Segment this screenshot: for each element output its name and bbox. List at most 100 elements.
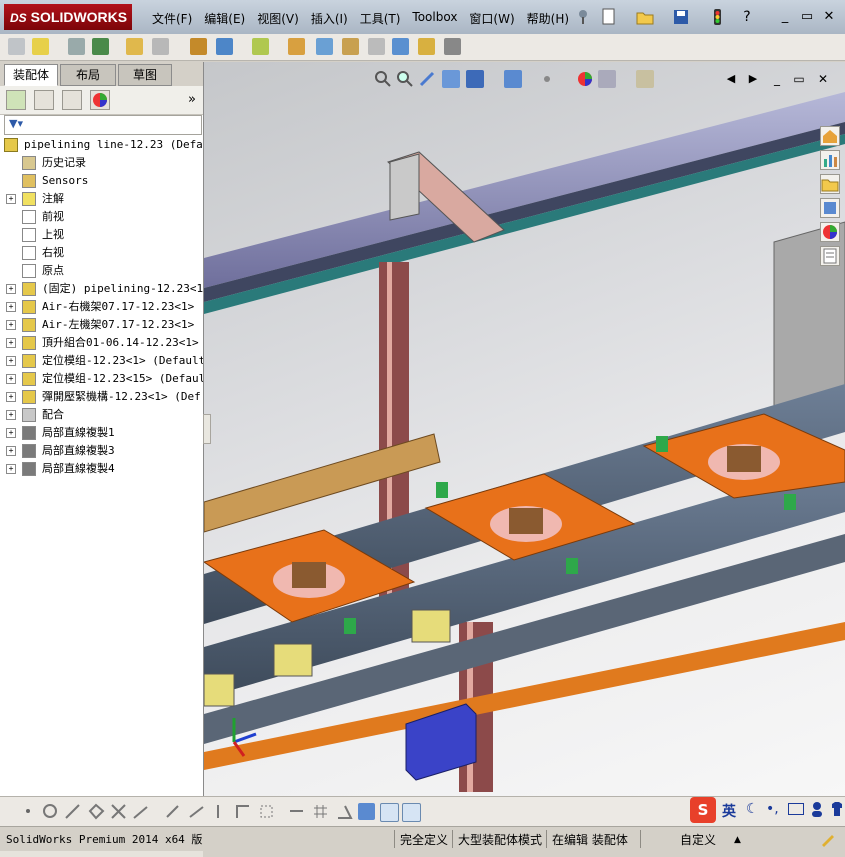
- solidworks-resources-icon[interactable]: [820, 126, 840, 146]
- menu-toolbox[interactable]: Toolbox: [406, 8, 463, 28]
- smart-dimension-icon[interactable]: [164, 803, 181, 820]
- tree-expand-icon[interactable]: +: [6, 302, 16, 312]
- tree-item[interactable]: 右视: [0, 244, 203, 262]
- open-folder-icon[interactable]: [636, 8, 654, 26]
- menu-help[interactable]: 帮助(H): [521, 8, 575, 28]
- move-component-icon[interactable]: [190, 38, 207, 55]
- tree-expand-icon[interactable]: +: [6, 392, 16, 402]
- tree-item[interactable]: 前视: [0, 208, 203, 226]
- tab-assembly[interactable]: 装配体: [4, 64, 58, 86]
- ime-moon-icon[interactable]: ☾: [746, 801, 759, 817]
- panel-splitter-handle[interactable]: [203, 414, 211, 444]
- shaded-display-icon[interactable]: [358, 803, 375, 820]
- tree-expand-icon[interactable]: +: [6, 338, 16, 348]
- feature-manager-icon[interactable]: [6, 90, 26, 110]
- ime-user-icon[interactable]: [810, 801, 824, 817]
- tree-expand-icon[interactable]: +: [6, 428, 16, 438]
- tree-item[interactable]: + 定位模组-12.23<15> (Defaul: [0, 370, 203, 388]
- tree-item[interactable]: 上视: [0, 226, 203, 244]
- tree-item[interactable]: + 注解: [0, 190, 203, 208]
- tree-item[interactable]: + Air-左機架07.17-12.23<1> (: [0, 316, 203, 334]
- attach-icon[interactable]: [68, 38, 85, 55]
- tree-item[interactable]: + (固定) pipelining-12.23<1>: [0, 280, 203, 298]
- bill-of-materials-icon[interactable]: [342, 38, 359, 55]
- solidworks-logo[interactable]: DS SOLIDWORKS: [4, 4, 132, 30]
- tab-sketch[interactable]: 草图: [118, 64, 172, 86]
- graphics-viewport[interactable]: ◀ ▶ _ ▭ ✕: [204, 62, 845, 796]
- rebuild-traffic-light-icon[interactable]: [708, 8, 726, 26]
- display-manager-icon[interactable]: [90, 90, 110, 110]
- circle-sketch-icon[interactable]: [42, 803, 59, 820]
- viewport-next-icon[interactable]: ▶: [744, 70, 762, 88]
- ime-shirt-icon[interactable]: [830, 801, 844, 817]
- menu-insert[interactable]: 插入(I): [305, 8, 354, 28]
- menu-file[interactable]: 文件(F): [146, 8, 198, 28]
- smart-fasteners-icon[interactable]: [152, 38, 169, 55]
- snapshot-icon[interactable]: [444, 38, 461, 55]
- tree-expand-icon[interactable]: +: [6, 284, 16, 294]
- rebuild-status-icon[interactable]: [818, 830, 836, 848]
- line-sketch-icon[interactable]: [64, 803, 81, 820]
- mirror-icon[interactable]: [210, 803, 227, 820]
- ime-sogou-logo-icon[interactable]: S: [690, 797, 716, 823]
- display-style-icon[interactable]: [504, 70, 522, 88]
- custom-properties-icon[interactable]: [820, 246, 840, 266]
- viewport-close-icon[interactable]: ✕: [814, 70, 832, 88]
- tree-root[interactable]: pipelining line-12.23 (Defaul: [0, 136, 203, 154]
- tree-item[interactable]: + 頂升組合01-06.14-12.23<1>: [0, 334, 203, 352]
- units-selector[interactable]: 自定义: [680, 831, 716, 849]
- view-orientation-icon[interactable]: [466, 70, 484, 88]
- tree-item[interactable]: + 局部直線複製3: [0, 442, 203, 460]
- minimize-icon[interactable]: _: [776, 8, 794, 26]
- display-pane-icon[interactable]: [380, 803, 399, 822]
- edit-appearance-icon[interactable]: [576, 70, 594, 88]
- insert-component-icon[interactable]: [8, 38, 25, 55]
- zoom-to-fit-icon[interactable]: [374, 70, 392, 88]
- appearances-scenes-icon[interactable]: [820, 222, 840, 242]
- menu-edit[interactable]: 编辑(E): [198, 8, 251, 28]
- show-hidden-icon[interactable]: [216, 38, 233, 55]
- relations-icon[interactable]: [188, 803, 205, 820]
- save-icon[interactable]: [672, 8, 690, 26]
- dimension-line-icon[interactable]: [288, 803, 305, 820]
- viewport-restore-icon[interactable]: ▭: [790, 70, 808, 88]
- tree-item[interactable]: 原点: [0, 262, 203, 280]
- tree-item[interactable]: + 定位模组-12.23<1> (Default: [0, 352, 203, 370]
- viewport-minimize-icon[interactable]: _: [768, 70, 786, 88]
- angle-icon[interactable]: [336, 803, 353, 820]
- help-icon[interactable]: ?: [738, 8, 756, 26]
- restore-icon[interactable]: ▭: [798, 8, 816, 26]
- reference-geometry-icon[interactable]: [288, 38, 305, 55]
- viewport-prev-icon[interactable]: ◀: [722, 70, 740, 88]
- hide-show-items-icon[interactable]: [538, 70, 556, 88]
- point-icon[interactable]: [20, 803, 37, 820]
- tree-expand-icon[interactable]: +: [6, 374, 16, 384]
- trim-icon[interactable]: [110, 803, 127, 820]
- pin-icon[interactable]: [574, 8, 592, 26]
- configuration-manager-icon[interactable]: [62, 90, 82, 110]
- tree-expand-icon[interactable]: +: [6, 356, 16, 366]
- ime-language-label[interactable]: 英: [722, 801, 736, 821]
- instant3d-icon[interactable]: [392, 38, 409, 55]
- tree-item[interactable]: 历史记录: [0, 154, 203, 172]
- corner-icon[interactable]: [234, 803, 251, 820]
- extend-icon[interactable]: [132, 803, 149, 820]
- tree-expand-icon[interactable]: +: [6, 410, 16, 420]
- tree-filter[interactable]: ▼▾: [4, 115, 202, 135]
- close-icon[interactable]: ✕: [820, 8, 838, 26]
- zoom-to-area-icon[interactable]: [396, 70, 414, 88]
- rectangle-sketch-icon[interactable]: [258, 803, 275, 820]
- tree-item[interactable]: + 局部直線複製1: [0, 424, 203, 442]
- property-manager-icon[interactable]: [34, 90, 54, 110]
- tree-item[interactable]: Sensors: [0, 172, 203, 190]
- interference-check-icon[interactable]: [418, 38, 435, 55]
- grid-icon[interactable]: [312, 803, 329, 820]
- tree-expand-icon[interactable]: +: [6, 464, 16, 474]
- expand-panel-icon[interactable]: »: [182, 90, 202, 110]
- previous-view-icon[interactable]: [418, 70, 436, 88]
- menu-tools[interactable]: 工具(T): [354, 8, 407, 28]
- tab-layout[interactable]: 布局: [60, 64, 116, 86]
- design-library-icon[interactable]: [820, 150, 840, 170]
- units-dropdown-arrow-icon[interactable]: ▲: [734, 831, 741, 849]
- ime-punctuation-icon[interactable]: •,: [766, 801, 779, 817]
